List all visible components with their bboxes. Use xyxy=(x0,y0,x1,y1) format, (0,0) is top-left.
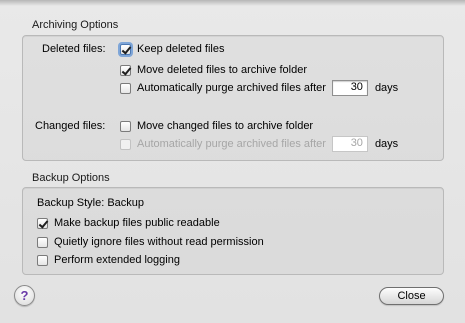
move-changed-checkbox-row[interactable]: Move changed files to archive folder xyxy=(120,118,313,134)
extended-logging-checkbox[interactable] xyxy=(37,254,48,266)
archiving-options-title: Archiving Options xyxy=(32,19,119,31)
public-readable-label[interactable]: Make backup files public readable xyxy=(54,217,220,229)
extended-logging-checkbox-row[interactable]: Perform extended logging xyxy=(37,252,180,268)
changed-files-label-row: Changed files: xyxy=(35,118,105,134)
purge-changed-checkbox-row: Automatically purge archived files after… xyxy=(120,136,398,152)
backup-options-title: Backup Options xyxy=(32,172,110,184)
public-readable-checkbox-row[interactable]: Make backup files public readable xyxy=(37,215,220,231)
help-icon: ? xyxy=(20,288,29,303)
move-changed-checkbox[interactable] xyxy=(120,120,131,132)
purge-deleted-days-field[interactable]: 30 xyxy=(331,80,368,96)
purge-deleted-label[interactable]: Automatically purge archived files after xyxy=(137,82,326,94)
deleted-files-label-row: Deleted files: xyxy=(42,41,106,57)
move-deleted-label[interactable]: Move deleted files to archive folder xyxy=(137,64,307,76)
purge-changed-days-field: 30 xyxy=(331,136,368,152)
keep-deleted-label[interactable]: Keep deleted files xyxy=(137,43,224,55)
move-deleted-checkbox-row[interactable]: Move deleted files to archive folder xyxy=(120,62,307,78)
keep-deleted-checkbox[interactable] xyxy=(120,43,131,55)
move-deleted-checkbox[interactable] xyxy=(120,64,131,76)
close-button[interactable]: Close xyxy=(379,287,444,305)
changed-files-label: Changed files: xyxy=(35,120,106,132)
ignore-no-read-checkbox-row[interactable]: Quietly ignore files without read permis… xyxy=(37,234,264,250)
close-button-label: Close xyxy=(397,290,426,302)
keep-deleted-checkbox-row[interactable]: Keep deleted files xyxy=(120,41,224,57)
preferences-sheet: Archiving Options Deleted files: Keep de… xyxy=(0,0,465,323)
purge-changed-label: Automatically purge archived files after xyxy=(137,138,326,150)
deleted-files-label: Deleted files: xyxy=(42,43,106,55)
backup-style-label: Backup Style: Backup xyxy=(37,197,145,209)
purge-changed-days-label: days xyxy=(374,138,399,150)
purge-changed-checkbox xyxy=(120,138,131,150)
purge-deleted-checkbox-row[interactable]: Automatically purge archived files after… xyxy=(120,80,398,96)
ignore-no-read-checkbox[interactable] xyxy=(37,236,48,248)
purge-deleted-days-label: days xyxy=(374,82,399,94)
backup-style-row: Backup Style: Backup xyxy=(37,195,144,211)
purge-deleted-checkbox[interactable] xyxy=(120,82,131,94)
public-readable-checkbox[interactable] xyxy=(37,217,48,229)
ignore-no-read-label[interactable]: Quietly ignore files without read permis… xyxy=(54,236,264,248)
extended-logging-label[interactable]: Perform extended logging xyxy=(54,254,180,266)
help-button[interactable]: ? xyxy=(14,285,35,306)
move-changed-label[interactable]: Move changed files to archive folder xyxy=(137,120,313,132)
